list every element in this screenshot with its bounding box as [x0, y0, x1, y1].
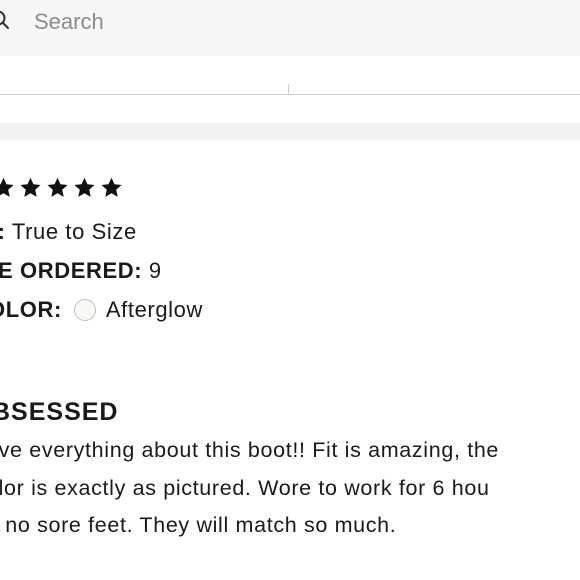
color-row: OLOR: Afterglow — [0, 297, 203, 323]
search-input[interactable] — [34, 8, 554, 36]
fit-value: True to Size — [11, 219, 137, 244]
fit-row: T: True to Size — [0, 219, 137, 245]
star-icon — [0, 177, 14, 197]
fit-label: T: — [0, 219, 6, 244]
review-body-line: olor is exactly as pictured. Wore to wor… — [0, 475, 490, 500]
star-icon — [101, 177, 122, 197]
review-title: BSESSED — [0, 398, 119, 426]
color-swatch — [73, 299, 96, 321]
review-body: ove everything about this boot!! Fit is … — [0, 432, 499, 545]
star-icon — [74, 177, 95, 197]
search-icon[interactable] — [0, 10, 10, 30]
color-value: Afterglow — [105, 297, 203, 322]
next-section-edge — [0, 568, 120, 580]
search-bar — [0, 0, 580, 56]
section-separator — [0, 123, 580, 140]
rating-stars — [0, 176, 123, 199]
star-icon — [20, 177, 41, 197]
size-label: ZE ORDERED: — [0, 258, 143, 283]
tab-row — [0, 56, 580, 95]
star-icon — [47, 177, 68, 197]
color-label: OLOR: — [0, 297, 62, 322]
size-row: ZE ORDERED: 9 — [0, 258, 162, 284]
review-body-line: ove everything about this boot!! Fit is … — [0, 438, 500, 462]
tab-divider — [288, 84, 289, 94]
review-body-line: d no sore feet. They will match so much. — [0, 513, 397, 537]
size-value: 9 — [148, 258, 162, 283]
